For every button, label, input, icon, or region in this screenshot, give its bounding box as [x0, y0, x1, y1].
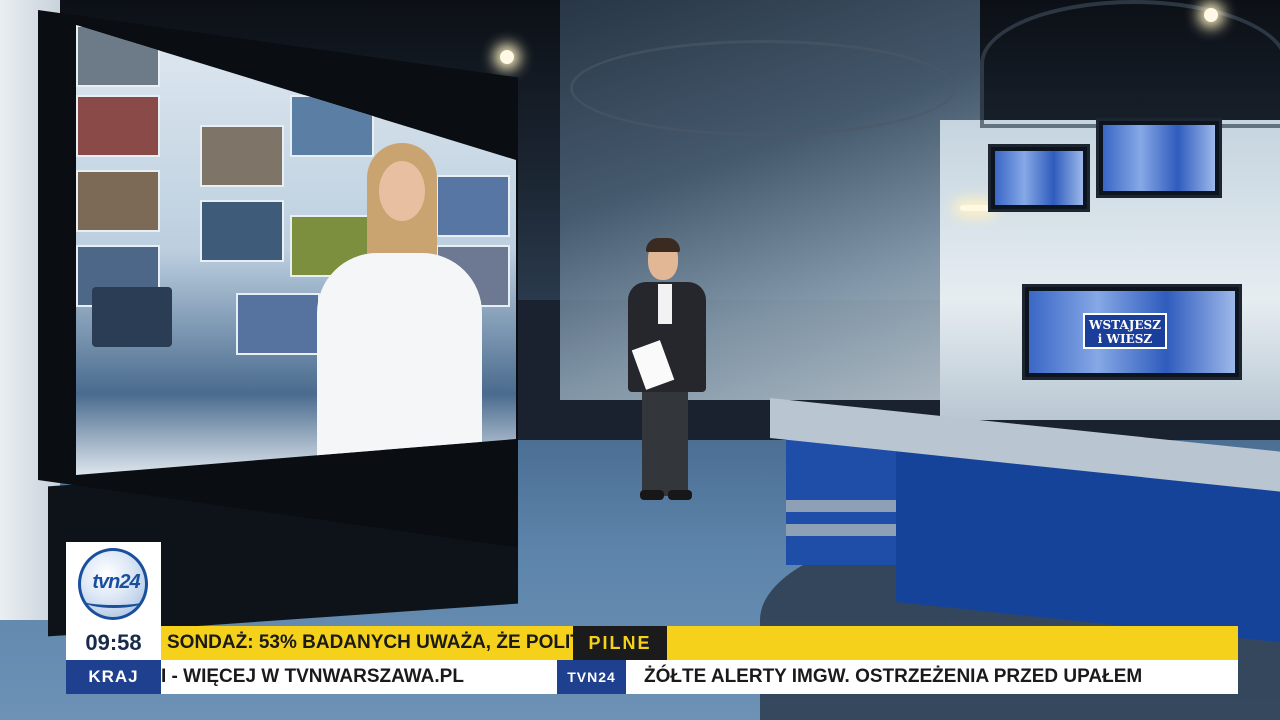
presenter-shoe	[668, 490, 692, 500]
lighting-rig-ring	[570, 40, 956, 136]
tvn24-logo-icon: tvn24	[78, 548, 148, 620]
presenter-hair	[646, 238, 680, 252]
monitor-show-title: WSTAJESZ i WIESZ	[1083, 313, 1167, 349]
presenter-legs	[642, 386, 688, 496]
monitor-screen	[1103, 125, 1215, 191]
clock: 09:58	[66, 626, 161, 660]
crawl-source-tag: TVN24	[557, 660, 626, 694]
presenter	[624, 238, 714, 510]
headline-bar: SONDAŻ: 53% BADANYCH UWAŻA, ŻE POLITY	[161, 626, 573, 660]
presenter-shirt	[658, 284, 672, 324]
studio-light	[960, 205, 990, 211]
studio-light	[1204, 8, 1218, 22]
lighting-rig-arc	[980, 0, 1280, 128]
news-crawl-right: ŻÓŁTE ALERTY IMGW. OSTRZEŻENIA PRZED UPA…	[626, 660, 1238, 694]
crawl-text-right: ŻÓŁTE ALERTY IMGW. OSTRZEŻENIA PRZED UPA…	[644, 666, 1143, 687]
anchor-face	[379, 161, 425, 221]
studio-monitor	[988, 144, 1090, 212]
video-tile	[236, 293, 320, 355]
presenter-shoe	[640, 490, 664, 500]
breaking-label: PILNE	[573, 626, 667, 660]
studio-light	[500, 50, 514, 64]
anchor-blouse	[317, 253, 482, 463]
video-tile	[200, 125, 284, 187]
studio-monitor-large: WSTAJESZ i WIESZ	[1022, 284, 1242, 380]
studio-monitor	[1096, 118, 1222, 198]
monitor-screen	[995, 151, 1083, 205]
video-wall-logo-tile	[92, 287, 172, 347]
video-tile	[200, 200, 284, 262]
logo-swoosh	[85, 595, 143, 608]
logo-text: tvn24	[92, 571, 140, 593]
video-tile	[76, 95, 160, 157]
desk-stripe	[786, 524, 896, 536]
headline-text: SONDAŻ: 53% BADANYCH UWAŻA, ŻE POLITY	[167, 632, 573, 653]
tv-studio-scene: WSTAJESZ i WIESZ	[0, 0, 1280, 720]
section-label: KRAJ	[66, 660, 161, 694]
anchor-on-video-wall	[312, 143, 482, 463]
desk-stripe	[786, 500, 896, 512]
channel-logo: tvn24	[66, 542, 161, 626]
crawl-text-left: I - WIĘCEJ W TVNWARSZAWA.PL	[161, 666, 464, 687]
headline-bar-fill	[667, 626, 1238, 660]
news-crawl-left: I - WIĘCEJ W TVNWARSZAWA.PL	[161, 660, 557, 694]
video-tile	[76, 170, 160, 232]
